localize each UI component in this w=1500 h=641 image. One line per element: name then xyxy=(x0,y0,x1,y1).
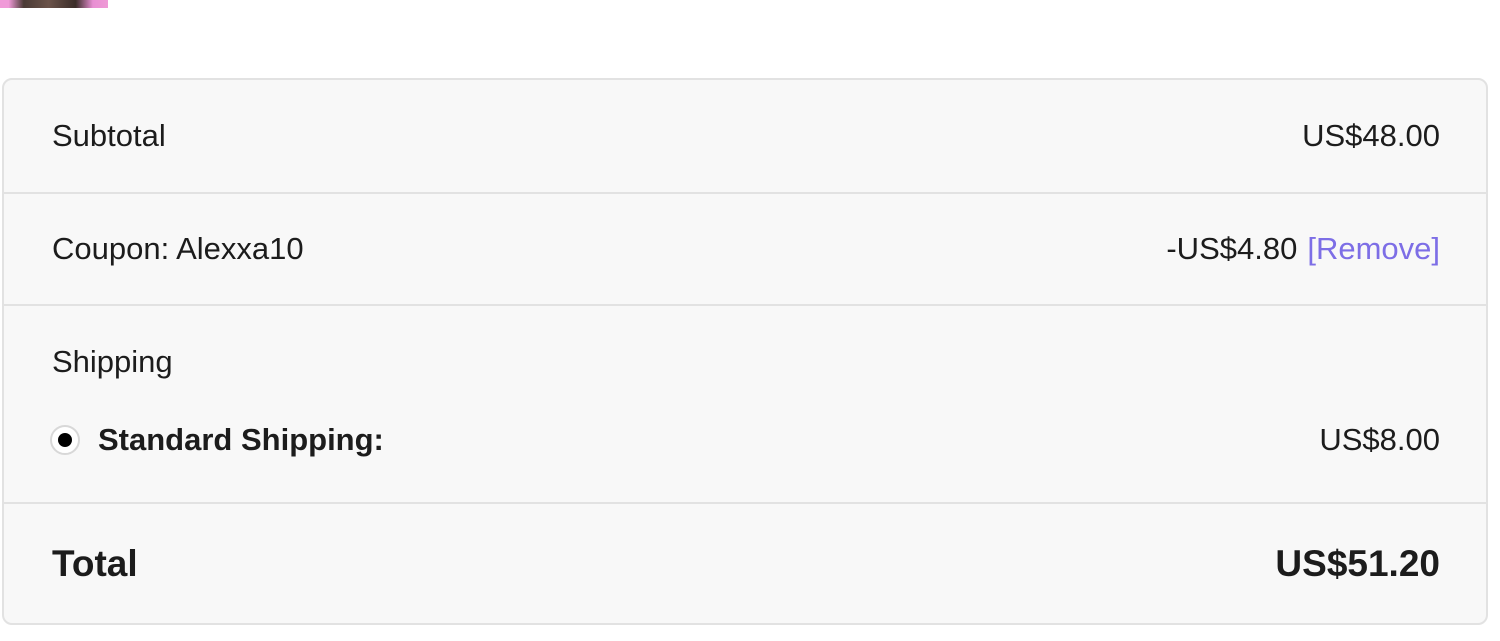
total-value: US$51.20 xyxy=(1275,543,1440,584)
shipping-row: Shipping Standard Shipping: US$8.00 xyxy=(4,306,1486,504)
subtotal-label: Subtotal xyxy=(52,118,166,153)
coupon-amount-group: -US$4.80 [Remove] xyxy=(1166,231,1440,267)
shipping-option-value: US$8.00 xyxy=(1319,422,1440,457)
coupon-label: Coupon: Alexxa10 xyxy=(52,231,304,266)
shipping-option-label: Standard Shipping: xyxy=(98,422,384,457)
coupon-row: Coupon: Alexxa10 -US$4.80 [Remove] xyxy=(4,194,1486,306)
coupon-discount-value: -US$4.80 xyxy=(1166,231,1298,266)
radio-selected-dot xyxy=(58,433,72,447)
shipping-option[interactable]: Standard Shipping: xyxy=(50,422,384,458)
order-summary-panel: Subtotal US$48.00 Coupon: Alexxa10 -US$4… xyxy=(2,78,1488,625)
product-thumbnail xyxy=(0,0,108,8)
subtotal-row: Subtotal US$48.00 xyxy=(4,80,1486,194)
total-label: Total xyxy=(52,543,138,584)
shipping-heading: Shipping xyxy=(52,344,173,379)
standard-shipping-radio[interactable] xyxy=(50,425,80,455)
subtotal-value: US$48.00 xyxy=(1302,118,1440,153)
total-row: Total US$51.20 xyxy=(4,504,1486,623)
remove-coupon-link[interactable]: [Remove] xyxy=(1307,231,1440,266)
